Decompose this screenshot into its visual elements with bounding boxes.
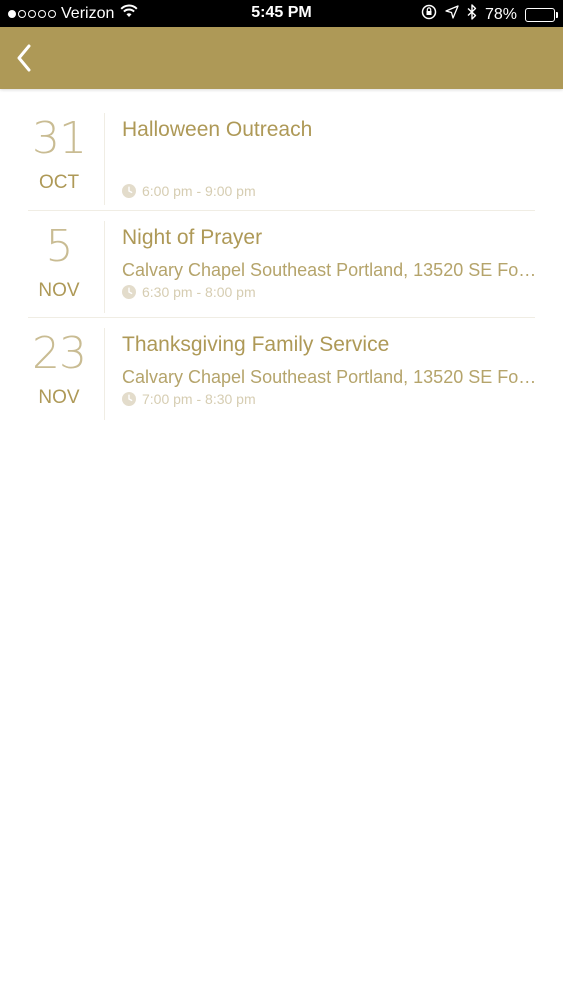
date-divider — [104, 113, 105, 205]
battery-icon — [525, 7, 558, 22]
location-arrow-icon — [445, 5, 459, 24]
event-details: Thanksgiving Family Service Calvary Chap… — [122, 332, 537, 407]
event-month: OCT — [38, 172, 80, 193]
event-title: Halloween Outreach — [122, 118, 313, 141]
event-details: Halloween Outreach 6:00 pm - 9:00 pm — [122, 117, 535, 199]
battery-tip — [556, 11, 558, 18]
event-date: 23 NOV — [28, 328, 90, 410]
back-button[interactable] — [6, 39, 42, 77]
navigation-bar — [0, 27, 563, 89]
event-time: 6:30 pm - 8:00 pm — [142, 283, 256, 300]
event-location — [122, 150, 537, 174]
event-time: 6:00 pm - 9:00 pm — [142, 183, 256, 199]
event-day: 31 — [32, 113, 87, 164]
event-time-row: 6:00 pm - 9:00 pm — [122, 183, 535, 199]
event-time-row: 6:30 pm - 8:00 pm — [122, 284, 535, 300]
chevron-left-icon — [17, 44, 31, 72]
event-list-item[interactable]: 31 OCT Halloween Outreach 6:00 pm - 9:00… — [28, 103, 535, 211]
event-month: NOV — [38, 279, 80, 301]
event-month: NOV — [38, 387, 80, 408]
event-list-item[interactable]: 5 NOV Night of Prayer Calvary Chapel Sou… — [28, 211, 537, 318]
clock-icon — [122, 284, 136, 299]
event-date: 31 OCT — [28, 113, 90, 195]
event-time: 7:00 pm - 8:30 pm — [142, 391, 256, 407]
event-day: 23 — [32, 328, 87, 379]
event-list: 31 OCT Halloween Outreach 6:00 pm - 9:00… — [0, 103, 563, 426]
event-details: Night of Prayer Calvary Chapel Southeast… — [122, 225, 537, 300]
date-divider — [104, 220, 105, 313]
date-divider — [104, 328, 105, 420]
clock-icon — [122, 392, 136, 406]
event-time-row: 7:00 pm - 8:30 pm — [122, 391, 535, 407]
event-location: Calvary Chapel Southeast Portland, 13520… — [122, 259, 537, 280]
event-location: Calvary Chapel Southeast Portland, 13520… — [122, 367, 537, 387]
status-bar: Verizon 5:45 PM 78% — [0, 0, 563, 27]
orientation-lock-icon — [421, 4, 437, 25]
event-day: 5 — [45, 220, 74, 272]
event-title: Thanksgiving Family Service — [122, 333, 390, 356]
clock-icon — [122, 184, 136, 198]
status-right: 78% — [421, 4, 558, 25]
battery-percent: 78% — [484, 5, 517, 23]
event-title: Night of Prayer — [122, 225, 263, 249]
event-list-item[interactable]: 23 NOV Thanksgiving Family Service Calva… — [28, 318, 537, 426]
bluetooth-icon — [467, 4, 477, 25]
event-date: 5 NOV — [28, 221, 90, 303]
